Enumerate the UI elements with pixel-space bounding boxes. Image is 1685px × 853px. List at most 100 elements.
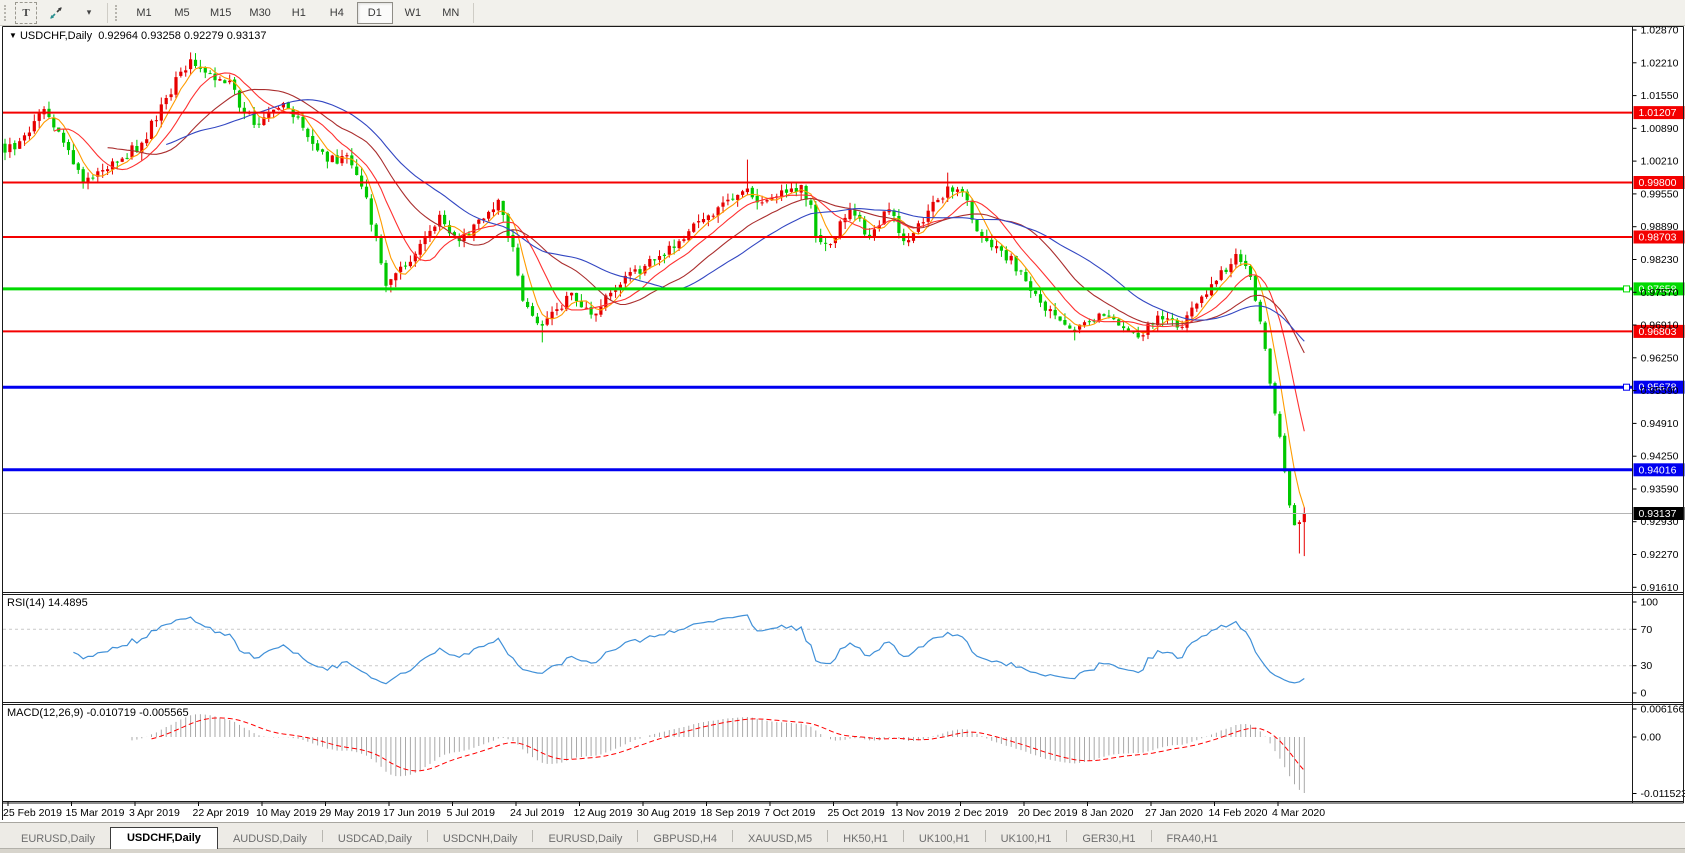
date-axis-label: 4 Mar 2020 [1272, 807, 1325, 819]
symbol-tab-uk100-h1[interactable]: UK100,H1 [986, 829, 1067, 848]
symbol-tab-usdcnh-daily[interactable]: USDCNH,Daily [428, 829, 533, 848]
symbol-tab-audusd-daily[interactable]: AUDUSD,Daily [218, 829, 322, 848]
level-price-label: 0.98703 [1639, 232, 1677, 244]
text-tool-button[interactable]: T [15, 1, 37, 24]
macd-axis-tick: -0.011523 [1641, 788, 1685, 800]
toolbar-grip[interactable] [115, 4, 121, 21]
price-axis-tick: 1.02870 [1641, 26, 1679, 37]
symbol-tab-eurusd-daily[interactable]: EURUSD,Daily [6, 829, 110, 848]
symbol-tab-gbpusd-h4[interactable]: GBPUSD,H4 [638, 829, 732, 848]
macd-indicator-label: MACD(12,26,9) -0.010719 -0.005565 [7, 707, 189, 719]
price-axis-tick: 0.92930 [1641, 516, 1679, 528]
moving-average-11 [53, 72, 1305, 432]
chart-symbol-period: USDCHF,Daily [19, 30, 93, 42]
candlestick-series [3, 52, 1306, 557]
price-axis-tick: 0.96910 [1641, 320, 1679, 332]
date-axis-label: 5 Jul 2019 [447, 807, 496, 819]
symbol-tab-xauusd-m5[interactable]: XAUUSD,M5 [733, 829, 827, 848]
arrows-tool-button[interactable] [39, 2, 73, 24]
date-axis-label: 12 Aug 2019 [574, 807, 633, 819]
timeframe-button-mn[interactable]: MN [433, 2, 469, 24]
price-axis-tick: 0.99550 [1641, 188, 1679, 200]
date-axis-label: 25 Feb 2019 [3, 807, 62, 819]
rsi-indicator-label: RSI(14) 14.4895 [7, 597, 88, 609]
price-axis-tick: 0.94250 [1641, 451, 1679, 463]
timeframe-button-h4[interactable]: H4 [319, 2, 355, 24]
price-axis-tick: 0.93590 [1641, 484, 1679, 496]
date-axis-label: 25 Oct 2019 [828, 807, 885, 819]
top-toolbar: T ▾ M1 M5 M15 M30 H1 H4 D1 W1 MN [0, 0, 1685, 26]
date-axis-label: 24 Jul 2019 [510, 807, 564, 819]
diagonal-arrows-icon [50, 6, 62, 19]
horizontal-level-line[interactable]: 0.99800 [3, 176, 1685, 189]
symbol-tab-eurusd-daily[interactable]: EURUSD,Daily [533, 829, 637, 848]
symbol-tab-hk50-h1[interactable]: HK50,H1 [828, 829, 903, 848]
toolbar-separator [107, 2, 108, 23]
timeframe-button-w1[interactable]: W1 [395, 2, 431, 24]
price-axis-tick: 1.01550 [1641, 90, 1679, 102]
price-axis-tick: 1.00210 [1641, 156, 1679, 168]
chart-title: ▼ USDCHF,Daily 0.92964 0.93258 0.92279 0… [9, 30, 266, 42]
level-price-label: 0.99800 [1639, 177, 1677, 189]
collapse-chart-icon[interactable]: ▼ [9, 31, 17, 40]
price-axis-tick: 1.02210 [1641, 57, 1679, 69]
moving-average-22 [107, 88, 1305, 354]
rsi-axis-tick: 30 [1641, 660, 1653, 672]
symbol-tab-fra40-h1[interactable]: FRA40,H1 [1152, 829, 1233, 848]
tabbar-bottom-strip[interactable] [0, 848, 1685, 853]
toolbar-separator [472, 2, 474, 23]
current-price-line: 0.93137 [3, 507, 1685, 520]
rsi-axis-tick: 0 [1641, 688, 1647, 700]
horizontal-level-line[interactable]: 0.98703 [3, 230, 1685, 244]
timeframe-button-m15[interactable]: M15 [202, 2, 239, 24]
horizontal-level-line[interactable]: 0.97658 [3, 282, 1685, 296]
timeframe-button-m1[interactable]: M1 [126, 2, 162, 24]
date-axis-label: 13 Nov 2019 [891, 807, 951, 819]
date-axis-label: 7 Oct 2019 [764, 807, 816, 819]
price-axis-tick: 1.00890 [1641, 123, 1679, 135]
date-axis-label: 30 Aug 2019 [637, 807, 696, 819]
trading-terminal: T ▾ M1 M5 M15 M30 H1 H4 D1 W1 MN 1.01207 0.99800 0… [0, 0, 1685, 853]
date-axis-label: 20 Dec 2019 [1018, 807, 1078, 819]
macd-axis-tick: 0.00 [1641, 732, 1662, 744]
timeframe-button-group: M1 M5 M15 M30 H1 H4 D1 W1 MN [125, 1, 470, 24]
price-axis-tick: 0.97570 [1641, 287, 1679, 299]
date-axis-label: 3 Apr 2019 [129, 807, 180, 819]
macd-axis-tick: 0.006166 [1641, 704, 1685, 716]
chart-canvas[interactable]: 1.01207 0.99800 0.98703 0.97658 0.96803 0.956… [0, 26, 1685, 822]
rsi-line [73, 614, 1305, 685]
date-axis-label: 27 Jan 2020 [1145, 807, 1203, 819]
symbol-tab-uk100-h1[interactable]: UK100,H1 [904, 829, 985, 848]
moving-average-34 [166, 99, 1305, 342]
macd-histogram [131, 714, 1305, 793]
date-axis-label: 22 Apr 2019 [193, 807, 250, 819]
level-price-label: 1.01207 [1639, 107, 1677, 119]
date-axis-label: 2 Dec 2019 [955, 807, 1009, 819]
timeframe-button-m30[interactable]: M30 [241, 2, 278, 24]
toolbar-grip[interactable] [4, 4, 10, 21]
price-axis-tick: 0.98230 [1641, 254, 1679, 266]
price-axis-tick: 0.95590 [1641, 385, 1679, 397]
date-axis-label: 14 Feb 2020 [1209, 807, 1268, 819]
timeframe-button-m5[interactable]: M5 [164, 2, 200, 24]
horizontal-level-line[interactable]: 0.96803 [3, 324, 1685, 338]
rsi-axis-tick: 70 [1641, 624, 1653, 636]
price-axis-tick: 0.94910 [1641, 418, 1679, 430]
date-axis-label: 17 Jun 2019 [383, 807, 441, 819]
arrows-tool-dropdown[interactable]: ▾ [75, 2, 103, 24]
symbol-tab-bar: EURUSD,Daily USDCHF,Daily AUDUSD,Daily USDC… [0, 822, 1685, 853]
horizontal-level-line[interactable]: 0.95678 [3, 380, 1685, 394]
date-axis-label: 10 May 2019 [256, 807, 317, 819]
symbol-tabs: EURUSD,Daily USDCHF,Daily AUDUSD,Daily USDC… [0, 823, 1685, 849]
date-axis-label: 15 Mar 2019 [66, 807, 125, 819]
price-axis-tick: 0.92270 [1641, 549, 1679, 561]
timeframe-button-d1[interactable]: D1 [356, 1, 393, 24]
date-axis-label: 29 May 2019 [320, 807, 381, 819]
horizontal-level-line[interactable]: 0.94016 [3, 463, 1685, 477]
symbol-tab-usdcad-daily[interactable]: USDCAD,Daily [323, 829, 427, 848]
level-price-label: 0.94016 [1639, 464, 1677, 476]
timeframe-button-h1[interactable]: H1 [281, 2, 317, 24]
symbol-tab-usdchf-daily[interactable]: USDCHF,Daily [109, 827, 218, 849]
symbol-tab-ger30-h1[interactable]: GER30,H1 [1067, 829, 1150, 848]
date-axis-label: 8 Jan 2020 [1082, 807, 1134, 819]
